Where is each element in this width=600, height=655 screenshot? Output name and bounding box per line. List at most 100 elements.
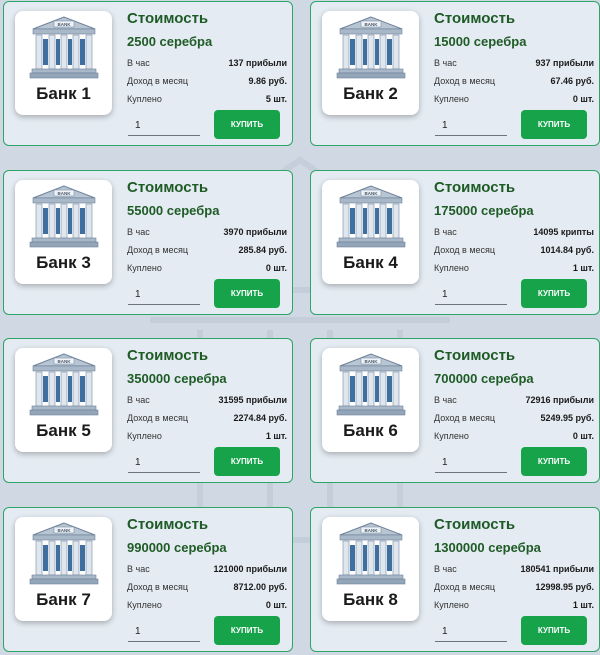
monthly-row: Доход в месяц 285.84 руб. (127, 245, 287, 257)
svg-text:BANK: BANK (58, 191, 72, 196)
bank-name: Банк 1 (36, 84, 91, 103)
bank-card-3: BANK Банк 3 Стоимость 55000 серебра В ча… (3, 170, 293, 315)
monthly-value: 5249.95 руб. (540, 413, 594, 423)
cost-value: 990000 серебра (127, 540, 227, 555)
bank-thumbnail: BANK Банк 1 (15, 11, 112, 115)
monthly-label: Доход в месяц (127, 582, 189, 592)
monthly-row: Доход в месяц 1014.84 руб. (434, 245, 594, 257)
bank-cards-grid: BANK Банк 1 Стоимость 2500 серебра В час… (0, 0, 600, 655)
bought-value: 0 шт. (265, 600, 287, 610)
monthly-label: Доход в месяц (127, 76, 189, 86)
buy-button[interactable]: КУПИТЬ (521, 279, 587, 308)
buy-button[interactable]: КУПИТЬ (214, 110, 280, 139)
monthly-value: 1014.84 руб. (540, 245, 594, 255)
bank-card-7: BANK Банк 7 Стоимость 990000 серебра В ч… (3, 507, 293, 652)
cost-title: Стоимость (127, 10, 209, 27)
quantity-input[interactable] (435, 116, 507, 136)
bank-name: Банк 4 (343, 253, 398, 272)
monthly-value: 12998.95 руб. (535, 582, 594, 592)
bank-name: Банк 2 (343, 84, 398, 103)
monthly-value: 9.86 руб. (248, 76, 287, 86)
cost-value: 2500 серебра (127, 34, 213, 49)
monthly-value: 67.46 руб. (550, 76, 594, 86)
per-hour-row: В час 3970 прибыли (127, 227, 287, 239)
cost-value: 15000 серебра (434, 34, 527, 49)
quantity-input[interactable] (435, 285, 507, 305)
bank-building-icon: BANK (336, 353, 406, 416)
svg-text:BANK: BANK (365, 191, 379, 196)
bought-row: Куплено 1 шт. (127, 431, 287, 443)
quantity-input[interactable] (435, 622, 507, 642)
bank-thumbnail: BANK Банк 7 (15, 517, 112, 621)
cost-title: Стоимость (434, 516, 516, 533)
bank-name: Банк 3 (36, 253, 91, 272)
monthly-row: Доход в месяц 8712.00 руб. (127, 582, 287, 594)
bought-value: 0 шт. (265, 263, 287, 273)
bought-label: Куплено (434, 263, 469, 273)
bought-label: Куплено (434, 600, 469, 610)
bought-value: 1 шт. (265, 431, 287, 441)
buy-button[interactable]: КУПИТЬ (214, 616, 280, 645)
per-hour-row: В час 180541 прибыли (434, 564, 594, 576)
quantity-input[interactable] (435, 453, 507, 473)
bought-value: 0 шт. (572, 431, 594, 441)
quantity-input[interactable] (128, 285, 200, 305)
svg-text:BANK: BANK (365, 528, 379, 533)
cost-title: Стоимость (434, 179, 516, 196)
per-hour-label: В час (127, 564, 150, 574)
bank-name: Банк 5 (36, 421, 91, 440)
cost-title: Стоимость (434, 10, 516, 27)
monthly-value: 8712.00 руб. (233, 582, 287, 592)
svg-text:BANK: BANK (58, 359, 72, 364)
per-hour-value: 180541 прибыли (520, 564, 595, 574)
cost-title: Стоимость (434, 347, 516, 364)
buy-button[interactable]: КУПИТЬ (521, 110, 587, 139)
bank-thumbnail: BANK Банк 4 (322, 180, 419, 284)
quantity-input[interactable] (128, 116, 200, 136)
monthly-label: Доход в месяц (434, 582, 496, 592)
buy-button[interactable]: КУПИТЬ (521, 447, 587, 476)
bought-label: Куплено (434, 94, 469, 104)
bank-name: Банк 8 (343, 590, 398, 609)
per-hour-label: В час (434, 58, 457, 68)
svg-text:BANK: BANK (365, 359, 379, 364)
bank-thumbnail: BANK Банк 5 (15, 348, 112, 452)
cost-value: 1300000 серебра (434, 540, 541, 555)
bank-building-icon: BANK (29, 353, 99, 416)
svg-text:BANK: BANK (58, 22, 72, 27)
per-hour-label: В час (434, 227, 457, 237)
monthly-row: Доход в месяц 5249.95 руб. (434, 413, 594, 425)
buy-button[interactable]: КУПИТЬ (521, 616, 587, 645)
per-hour-value: 937 прибыли (535, 58, 594, 68)
monthly-value: 285.84 руб. (238, 245, 287, 255)
bank-thumbnail: BANK Банк 8 (322, 517, 419, 621)
cost-value: 350000 серебра (127, 371, 227, 386)
monthly-label: Доход в месяц (127, 413, 189, 423)
bought-row: Куплено 0 шт. (434, 94, 594, 106)
quantity-input[interactable] (128, 453, 200, 473)
bought-row: Куплено 1 шт. (434, 263, 594, 275)
bought-value: 0 шт. (572, 94, 594, 104)
buy-button[interactable]: КУПИТЬ (214, 279, 280, 308)
monthly-row: Доход в месяц 12998.95 руб. (434, 582, 594, 594)
bank-card-1: BANK Банк 1 Стоимость 2500 серебра В час… (3, 1, 293, 146)
per-hour-value: 137 прибыли (228, 58, 287, 68)
per-hour-value: 31595 прибыли (218, 395, 288, 405)
bought-row: Куплено 0 шт. (127, 263, 287, 275)
bought-row: Куплено 0 шт. (127, 600, 287, 612)
per-hour-value: 3970 прибыли (223, 227, 287, 237)
bought-label: Куплено (127, 263, 162, 273)
bank-card-8: BANK Банк 8 Стоимость 1300000 серебра В … (310, 507, 600, 652)
bank-building-icon: BANK (336, 522, 406, 585)
quantity-input[interactable] (128, 622, 200, 642)
per-hour-label: В час (434, 564, 457, 574)
cost-title: Стоимость (127, 347, 209, 364)
per-hour-label: В час (127, 58, 150, 68)
cost-value: 175000 серебра (434, 203, 534, 218)
bought-value: 1 шт. (572, 263, 594, 273)
bought-label: Куплено (127, 431, 162, 441)
monthly-label: Доход в месяц (434, 76, 496, 86)
buy-button[interactable]: КУПИТЬ (214, 447, 280, 476)
bank-thumbnail: BANK Банк 3 (15, 180, 112, 284)
per-hour-row: В час 937 прибыли (434, 58, 594, 70)
